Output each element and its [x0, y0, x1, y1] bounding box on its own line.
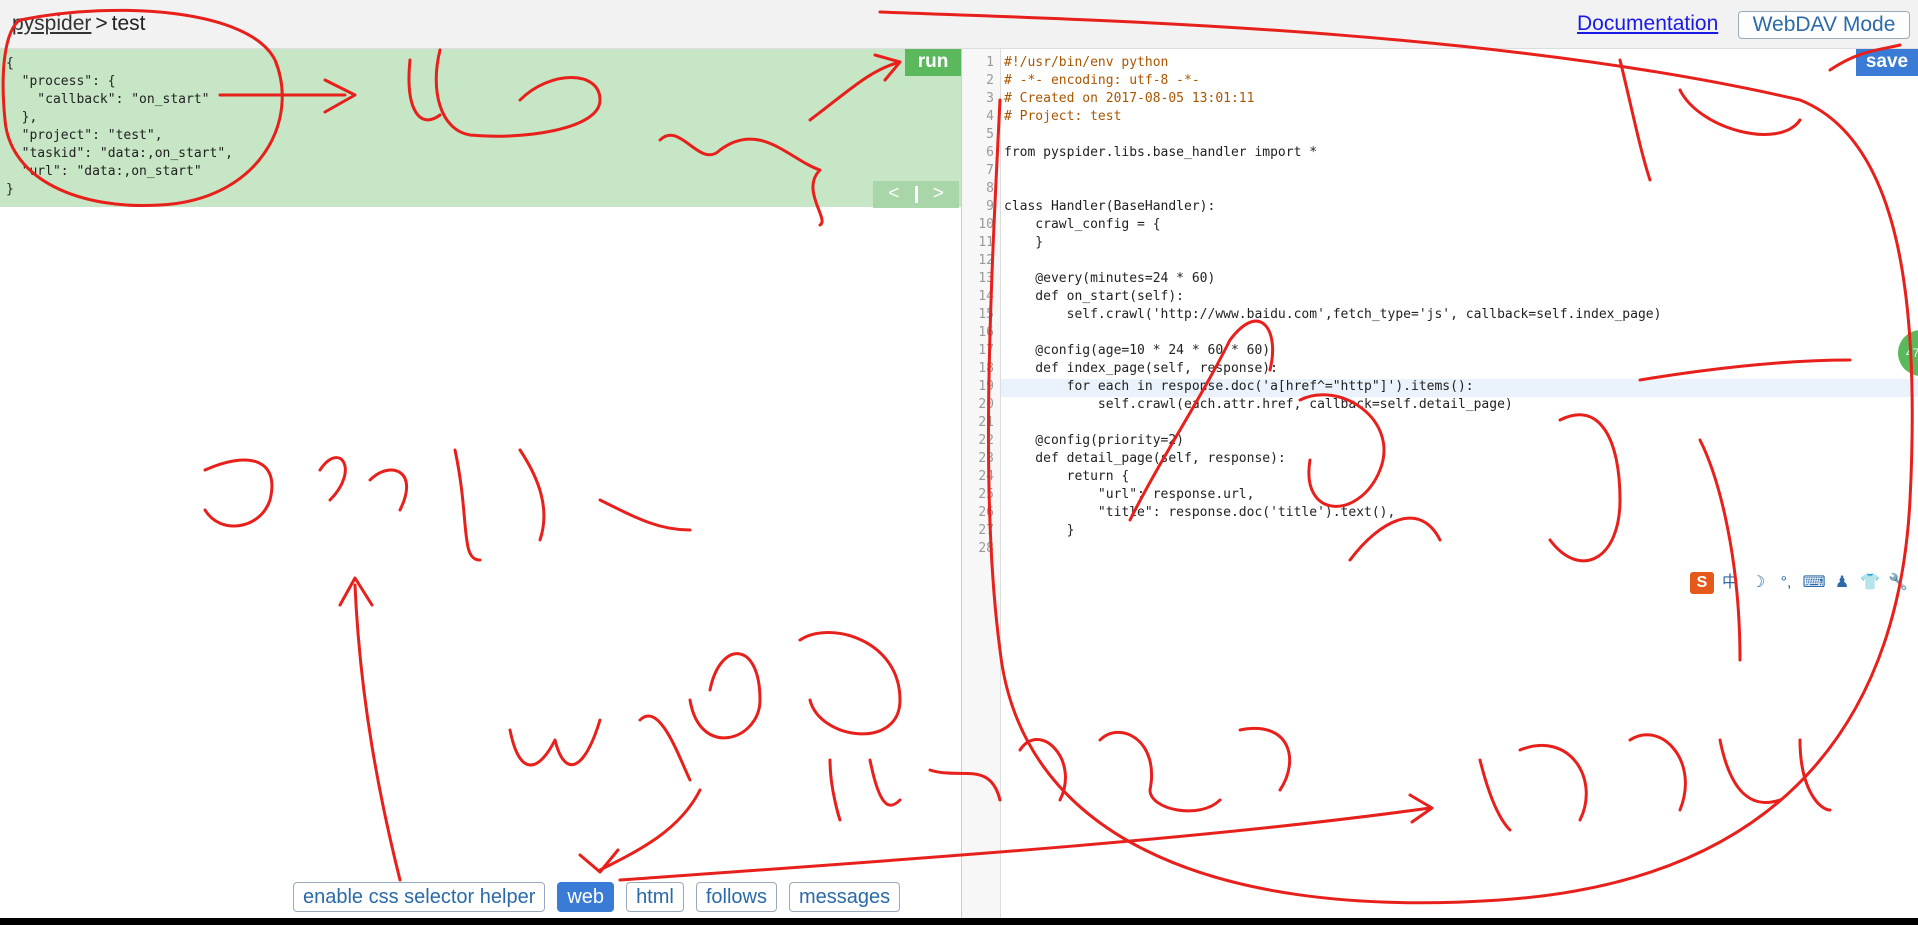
- line-number: 26: [978, 505, 994, 520]
- line-number: 15: [978, 307, 994, 322]
- line-gutter: 1 2 3 4 5 6 7 8 9 10 11 12 13 14 15 16 17 18 19 20 21 22 23 24 2…: [962, 49, 1001, 925]
- line-number: 7: [986, 163, 994, 178]
- line-number: 28: [978, 541, 994, 556]
- code-line: # Project: test: [1004, 109, 1122, 124]
- code-line: #!/usr/bin/env python: [1004, 55, 1169, 70]
- line-number: 2: [986, 73, 994, 88]
- task-json-line: "callback": "on_start": [6, 92, 210, 107]
- prev-button[interactable]: <: [873, 181, 915, 208]
- code-line: def on_start(self):: [1004, 289, 1185, 304]
- task-json-line: "taskid": "data:,on_start",: [6, 146, 233, 161]
- line-number: 20: [978, 397, 994, 412]
- line-number: 13: [978, 271, 994, 286]
- documentation-link[interactable]: Documentation: [1577, 12, 1718, 36]
- save-button[interactable]: save: [1856, 49, 1918, 76]
- code-line: class Handler(BaseHandler):: [1004, 199, 1216, 214]
- moon-icon[interactable]: ☽: [1746, 572, 1770, 594]
- line-number: 27: [978, 523, 994, 538]
- line-number: 14: [978, 289, 994, 304]
- code-line: return {: [1004, 469, 1130, 484]
- code-line: @every(minutes=24 * 60): [1004, 271, 1216, 286]
- breadcrumb-separator: >: [95, 12, 108, 35]
- tab-web[interactable]: web: [557, 882, 615, 912]
- line-number: 16: [978, 325, 994, 340]
- line-number: 9: [986, 199, 994, 214]
- code-line: def detail_page(self, response):: [1004, 451, 1286, 466]
- line-number: 19: [978, 379, 994, 394]
- task-json-line: "process": {: [6, 74, 116, 89]
- code-line: def index_page(self, response):: [1004, 361, 1278, 376]
- task-json-line: "url": "data:,on_start": [6, 164, 202, 179]
- code-line: # Created on 2017-08-05 13:01:11: [1004, 91, 1255, 106]
- taskbar-strip: [0, 918, 1918, 925]
- line-number: 24: [978, 469, 994, 484]
- punctuation-icon[interactable]: °,: [1774, 572, 1798, 594]
- task-json-line: }: [6, 182, 14, 197]
- user-icon[interactable]: ♟: [1830, 572, 1854, 594]
- keyboard-icon[interactable]: ⌨: [1802, 572, 1826, 594]
- breadcrumb-project: test: [111, 12, 146, 35]
- line-number: 6: [986, 145, 994, 160]
- code-line: }: [1004, 523, 1075, 538]
- line-number: 1: [986, 55, 994, 70]
- top-bar: pyspider > test Documentation WebDAV Mode: [0, 0, 1918, 49]
- skin-icon[interactable]: 👕: [1858, 572, 1882, 594]
- ime-toolbar: S 中 ☽ °, ⌨ ♟ 👕 🔧: [1690, 571, 1918, 595]
- line-number: 21: [978, 415, 994, 430]
- breadcrumb-root-link[interactable]: pyspider: [12, 12, 91, 35]
- code-line: "title": response.doc('title').text(),: [1004, 505, 1396, 520]
- code-line: "url": response.url,: [1004, 487, 1255, 502]
- tab-messages[interactable]: messages: [789, 882, 901, 912]
- wrench-icon[interactable]: 🔧: [1886, 572, 1910, 594]
- line-number: 25: [978, 487, 994, 502]
- code-line: # -*- encoding: utf-8 -*-: [1004, 73, 1200, 88]
- task-panel: { "process": { "callback": "on_start" },…: [0, 49, 961, 208]
- task-json[interactable]: { "process": { "callback": "on_start" },…: [6, 55, 233, 199]
- line-number: 23: [978, 451, 994, 466]
- tab-html[interactable]: html: [626, 882, 684, 912]
- line-number: 4: [986, 109, 994, 124]
- code-line: from pyspider.libs.base_handler import *: [1004, 145, 1318, 160]
- line-number: 10: [978, 217, 994, 232]
- line-number: 18: [978, 361, 994, 376]
- task-pager: < >: [873, 181, 959, 208]
- tab-follows[interactable]: follows: [695, 882, 777, 912]
- line-number: 8: [986, 181, 994, 196]
- line-number: 12: [978, 253, 994, 268]
- line-number: 5: [986, 127, 994, 142]
- code-line: @config(age=10 * 24 * 60 * 60): [1004, 343, 1271, 358]
- result-tabs: enable css selector helper web html foll…: [293, 882, 901, 912]
- sogou-logo-icon[interactable]: S: [1690, 572, 1714, 594]
- task-json-line: "project": "test",: [6, 128, 163, 143]
- code-line: @config(priority=2): [1004, 433, 1185, 448]
- code-line: for each in response.doc('a[href^="http"…: [1004, 379, 1474, 394]
- code-line: }: [1004, 235, 1044, 250]
- code-line: crawl_config = {: [1004, 217, 1161, 232]
- line-number: 3: [986, 91, 994, 106]
- debug-panel: { "process": { "callback": "on_start" },…: [0, 49, 962, 925]
- task-json-line: {: [6, 56, 14, 71]
- next-button[interactable]: >: [918, 181, 960, 208]
- css-selector-helper-button[interactable]: enable css selector helper: [293, 882, 546, 912]
- run-button[interactable]: run: [905, 49, 961, 76]
- line-number: 11: [978, 235, 994, 250]
- task-json-line: },: [6, 110, 38, 125]
- ime-mode-icon[interactable]: 中: [1718, 572, 1742, 594]
- code-editor[interactable]: 1 2 3 4 5 6 7 8 9 10 11 12 13 14 15 16 17 18 19 20 21 22 23 24 2…: [962, 49, 1918, 925]
- code-line: self.crawl('http://www.baidu.com',fetch_…: [1004, 307, 1662, 322]
- webdav-mode-button[interactable]: WebDAV Mode: [1738, 11, 1910, 39]
- line-number: 22: [978, 433, 994, 448]
- code-line: self.crawl(each.attr.href, callback=self…: [1004, 397, 1513, 412]
- breadcrumb: pyspider > test: [12, 12, 146, 36]
- line-number: 17: [978, 343, 994, 358]
